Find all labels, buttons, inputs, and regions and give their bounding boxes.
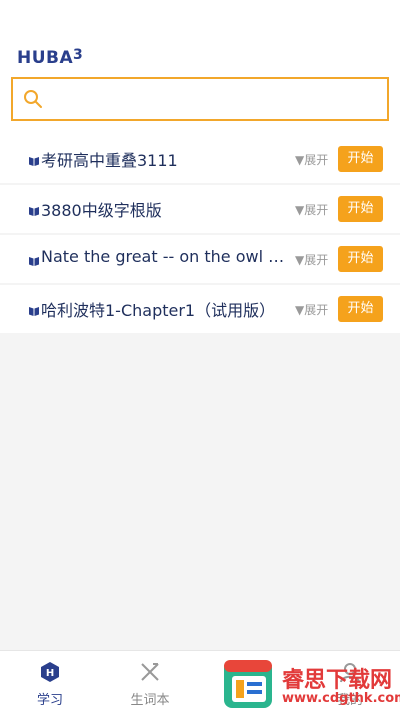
tab-label: 生词本 <box>130 693 170 708</box>
expand-button[interactable]: ▼展开 <box>295 151 328 168</box>
book-title: 考研高中重叠3111 <box>41 151 178 170</box>
watermark-name: 睿思下载网 <box>282 668 393 693</box>
book-icon <box>28 252 40 266</box>
logo-mark: 3 <box>73 47 83 63</box>
tab-study[interactable]: H 学习 <box>0 651 100 712</box>
expand-button[interactable]: ▼展开 <box>295 301 328 318</box>
study-icon: H <box>39 661 61 683</box>
vocab-icon <box>139 661 161 683</box>
book-icon <box>28 202 40 216</box>
watermark-logo-icon <box>222 658 274 710</box>
tab-vocab[interactable]: 生词本 <box>100 651 200 712</box>
watermark-url: www.cdgthk.com <box>282 691 400 706</box>
expand-button[interactable]: ▼展开 <box>295 201 328 218</box>
book-icon <box>28 302 40 316</box>
book-title: Nate the great -- on the owl e… <box>41 247 293 266</box>
book-title: 3880中级字根版 <box>41 201 162 220</box>
book-icon <box>28 152 40 166</box>
watermark: 睿思下载网 www.cdgthk.com <box>222 656 400 712</box>
app-logo: HUBA <box>17 48 74 68</box>
search-icon <box>23 89 43 109</box>
start-button[interactable]: 开始 <box>338 196 383 222</box>
start-button[interactable]: 开始 <box>338 296 383 322</box>
search-bar[interactable] <box>11 77 389 121</box>
expand-button[interactable]: ▼展开 <box>295 251 328 268</box>
svg-text:H: H <box>46 668 54 679</box>
list-item[interactable]: 3880中级字根版 ▼展开 开始 <box>0 185 400 233</box>
search-input[interactable] <box>53 83 373 115</box>
start-button[interactable]: 开始 <box>338 146 383 172</box>
list-item[interactable]: 哈利波特1-Chapter1（试用版） ▼展开 开始 <box>0 285 400 333</box>
start-button[interactable]: 开始 <box>338 246 383 272</box>
list-item[interactable]: Nate the great -- on the owl e… ▼展开 开始 <box>0 235 400 283</box>
tab-label: 学习 <box>36 693 63 708</box>
book-title: 哈利波特1-Chapter1（试用版） <box>41 301 276 320</box>
list-item[interactable]: 考研高中重叠3111 ▼展开 开始 <box>0 135 400 183</box>
